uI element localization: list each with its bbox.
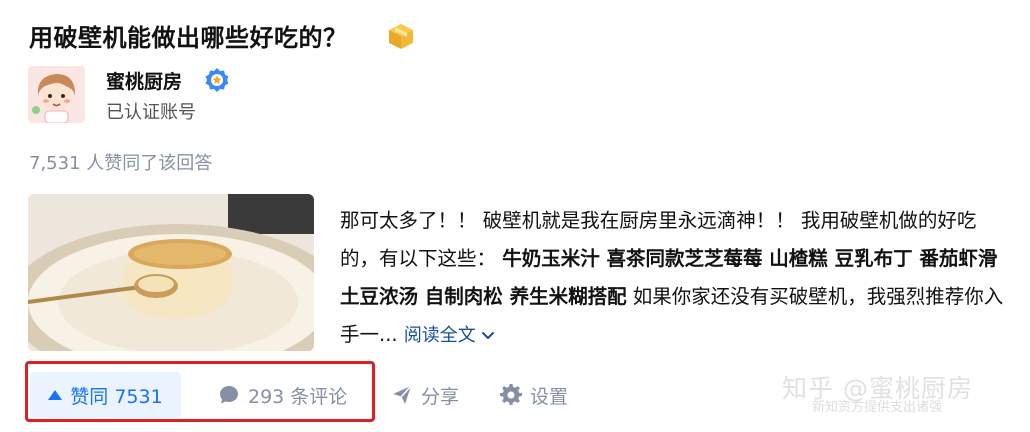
author-name[interactable]: 蜜桃厨房 — [106, 67, 182, 94]
paper-plane-icon — [393, 385, 412, 404]
cube-icon — [389, 24, 413, 49]
watermark-subtext: 新知资方提供支出诸强 — [812, 400, 943, 415]
settings-label: 设置 — [530, 385, 569, 408]
gear-icon — [500, 384, 522, 405]
vote-summary: 7,531 人赞同了该回答 — [29, 153, 213, 174]
vote-up-label: 赞同 7531 — [70, 385, 163, 408]
triangle-up-icon — [48, 390, 63, 400]
comment-label: 293 条评论 — [248, 385, 348, 408]
author-description: 已认证账号 — [106, 102, 196, 123]
share-button[interactable]: 分享 — [391, 372, 459, 418]
verified-badge-icon — [205, 68, 229, 92]
answer-thumbnail[interactable] — [28, 194, 314, 351]
question-title[interactable]: 用破壁机能做出哪些好吃的？ — [29, 18, 348, 53]
comment-bubble-icon — [220, 386, 238, 404]
answer-excerpt[interactable]: 那可太多了！！ 破壁机就是我在厨房里永远滴神！！ 我用破壁机做的好吃的，有以下这… — [340, 202, 1012, 355]
read-more-link[interactable]: 阅读全文 — [404, 325, 496, 346]
share-label: 分享 — [421, 385, 460, 408]
settings-button[interactable]: 设置 — [500, 372, 568, 418]
chevron-down-icon — [481, 332, 494, 339]
comment-button[interactable]: 293 条评论 — [218, 372, 347, 418]
vote-up-button[interactable]: 赞同 7531 — [30, 372, 181, 418]
read-more-label: 阅读全文 — [403, 325, 476, 346]
avatar[interactable] — [28, 66, 85, 123]
